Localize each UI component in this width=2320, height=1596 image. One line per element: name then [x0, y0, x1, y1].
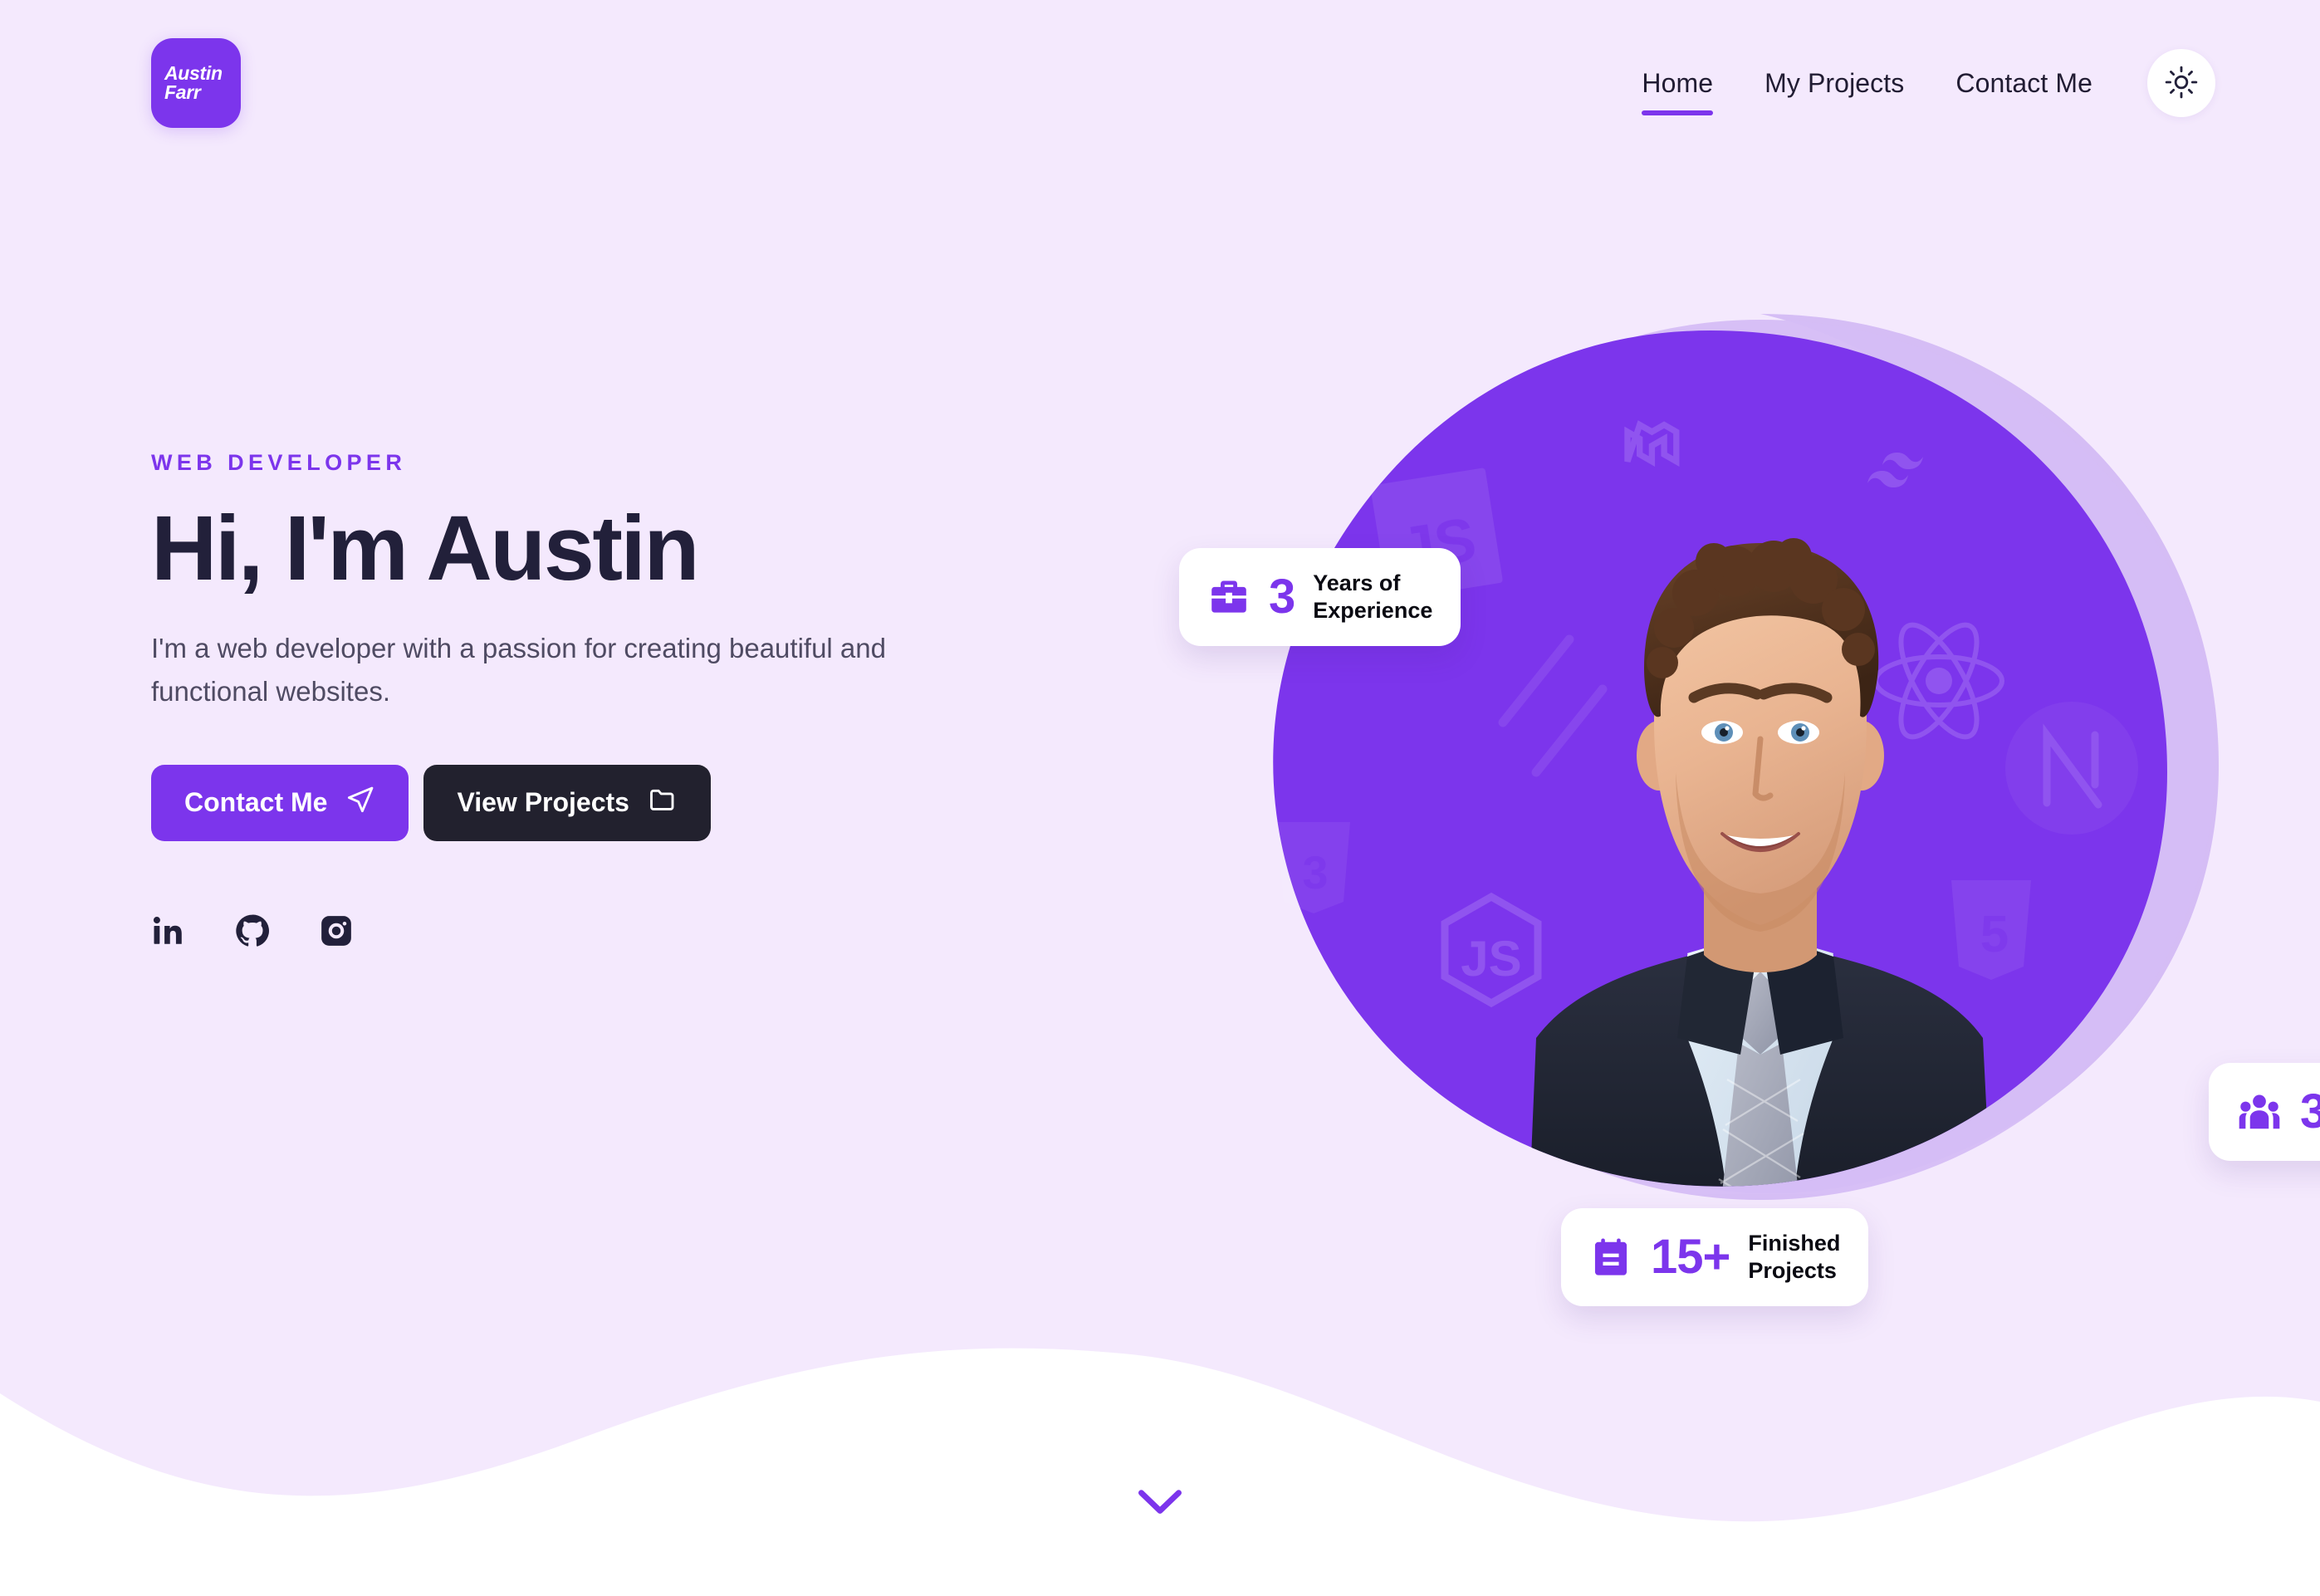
logo-line-1: Austin [164, 61, 223, 84]
hero-subtitle: I'm a web developer with a passion for c… [151, 632, 886, 707]
people-icon [2237, 1089, 2282, 1134]
nav-item-my-projects[interactable]: My Projects [1764, 63, 1904, 104]
svg-text:JS: JS [1461, 931, 1521, 986]
tech-logo-watermarks: JS 5 3 JS [1277, 420, 2138, 1008]
hero-blob [1273, 330, 2167, 1187]
contact-me-button[interactable]: Contact Me [151, 764, 409, 841]
stat-value-experience: 3 [1269, 569, 1295, 624]
stat-card-clients: 30+ Happy Clients [2209, 1063, 2320, 1161]
briefcase-icon [1207, 575, 1251, 619]
hero-eyebrow: WEB DEVELOPER [151, 450, 407, 475]
stat-value-projects: 15+ [1651, 1229, 1730, 1284]
stat-value-clients: 30+ [2300, 1084, 2320, 1138]
svg-text:5: 5 [1980, 906, 2009, 963]
social-links [151, 913, 1081, 949]
stat-label-experience: Years of Experience [1313, 570, 1432, 624]
hero-cta-row: Contact Me View Projects [151, 764, 1081, 841]
contact-me-button-label: Contact Me [184, 787, 328, 818]
hero-portrait-composition: JS 5 3 JS [1273, 314, 2219, 1200]
stat-card-experience: 3 Years of Experience [1179, 548, 1461, 646]
instagram-icon[interactable] [319, 913, 354, 948]
halo-ring [1528, 314, 2219, 1194]
logo-line-2: Farr [164, 81, 201, 103]
send-icon [345, 785, 375, 821]
folder-icon [648, 785, 678, 821]
chevron-down-icon[interactable] [1138, 1488, 1182, 1516]
linkedin-icon[interactable] [151, 913, 186, 948]
nav-item-home[interactable]: Home [1642, 63, 1713, 115]
site-header: Austin Farr Home My Projects Contact Me [0, 0, 2320, 166]
page-title: Hi, I'm Austin [151, 497, 700, 600]
sun-icon [2165, 66, 2198, 101]
nav-item-contact-me[interactable]: Contact Me [1955, 63, 2092, 104]
stat-label-projects: Finished Projects [1748, 1230, 1840, 1285]
portrait-photo [1528, 538, 1993, 1187]
bottom-wave-divider [0, 1247, 2320, 1596]
hero-visual: JS 5 3 JS 3 Years of Experience 3 15+ Fi… [1179, 307, 2320, 1306]
stat-label-line-1: Finished [1748, 1231, 1841, 1256]
hero-text-column: WEB DEVELOPER Hi, I'm Austin I'm a web d… [151, 450, 1081, 949]
svg-text:3: 3 [1302, 846, 1328, 898]
clipboard-icon [1589, 1236, 1632, 1279]
github-icon[interactable] [234, 913, 271, 949]
stat-card-projects: 15+ Finished Projects [1561, 1208, 1869, 1306]
view-projects-button-label: View Projects [457, 787, 629, 818]
stat-label-line-1: Years of [1313, 570, 1401, 595]
stat-label-line-2: Projects [1748, 1257, 1837, 1283]
main-navigation: Home My Projects Contact Me [1642, 63, 2092, 115]
stat-label-line-2: Experience [1313, 597, 1433, 623]
theme-toggle-button[interactable] [2147, 49, 2215, 117]
logo[interactable]: Austin Farr [151, 38, 241, 128]
header-right: Home My Projects Contact Me [1642, 49, 2215, 117]
view-projects-button[interactable]: View Projects [423, 764, 711, 841]
